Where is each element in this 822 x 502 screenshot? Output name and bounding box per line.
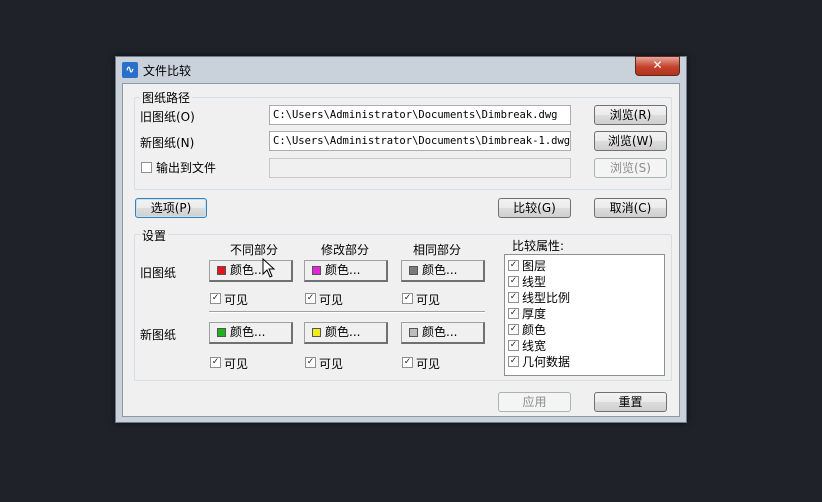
compare-property-checkbox[interactable]: ✓ bbox=[508, 260, 519, 271]
output-to-file-label: 输出到文件 bbox=[156, 161, 217, 175]
new-different-visible-checkbox[interactable]: ✓ bbox=[210, 357, 221, 368]
options-button[interactable]: 选项(P) bbox=[135, 198, 207, 218]
old-different-swatch bbox=[217, 266, 226, 275]
compare-property-label: 几何数据 bbox=[522, 355, 571, 369]
compare-property-label: 颜色 bbox=[522, 323, 547, 337]
color-button-label: 颜色... bbox=[325, 263, 361, 277]
old-same-color-button[interactable]: 颜色... bbox=[401, 260, 485, 282]
new-drawing-label: 新图纸(N) bbox=[140, 136, 195, 150]
new-different-swatch bbox=[217, 328, 226, 337]
cancel-button[interactable]: 取消(C) bbox=[594, 198, 667, 218]
mouse-cursor-icon bbox=[262, 258, 276, 278]
new-modified-swatch bbox=[312, 328, 321, 337]
compare-property-label: 线宽 bbox=[522, 339, 547, 353]
new-same-swatch bbox=[409, 328, 418, 337]
new-drawing-row-label: 新图纸 bbox=[140, 328, 177, 342]
old-modified-swatch bbox=[312, 266, 321, 275]
compare-property-checkbox[interactable]: ✓ bbox=[508, 276, 519, 287]
visible-label: 可见 bbox=[224, 357, 249, 371]
compare-property-label: 线型 bbox=[522, 275, 547, 289]
reset-button[interactable]: 重置 bbox=[594, 392, 667, 412]
old-drawing-row-label: 旧图纸 bbox=[140, 266, 177, 280]
old-drawing-label: 旧图纸(O) bbox=[140, 110, 195, 124]
compare-property-label: 厚度 bbox=[522, 307, 547, 321]
new-modified-visible-checkbox[interactable]: ✓ bbox=[305, 357, 316, 368]
file-compare-dialog: ∿ 文件比较 ✕ 图纸路径 旧图纸(O) C:\Users\Administra… bbox=[115, 56, 687, 423]
color-button-label: 颜色... bbox=[230, 325, 266, 339]
app-logo-icon: ∿ bbox=[122, 62, 138, 78]
apply-button[interactable]: 应用 bbox=[498, 392, 571, 412]
compare-property-checkbox[interactable]: ✓ bbox=[508, 340, 519, 351]
compare-property-checkbox[interactable]: ✓ bbox=[508, 356, 519, 367]
compare-property-label: 图层 bbox=[522, 259, 547, 273]
visible-label: 可见 bbox=[224, 293, 249, 307]
settings-divider bbox=[209, 311, 485, 313]
browse-new-button[interactable]: 浏览(W) bbox=[594, 131, 667, 151]
settings-title: 设置 bbox=[140, 227, 169, 244]
visible-label: 可见 bbox=[416, 357, 441, 371]
color-button-label: 颜色... bbox=[325, 325, 361, 339]
compare-button[interactable]: 比较(G) bbox=[498, 198, 571, 218]
old-different-visible-checkbox[interactable]: ✓ bbox=[210, 293, 221, 304]
dialog-title: 文件比较 bbox=[143, 64, 192, 78]
column-modified-header: 修改部分 bbox=[321, 243, 370, 257]
color-button-label: 颜色... bbox=[422, 325, 458, 339]
drawing-paths-title: 图纸路径 bbox=[140, 89, 193, 106]
old-modified-color-button[interactable]: 颜色... bbox=[304, 260, 388, 282]
old-modified-visible-checkbox[interactable]: ✓ bbox=[305, 293, 316, 304]
visible-label: 可见 bbox=[319, 293, 344, 307]
new-different-color-button[interactable]: 颜色... bbox=[209, 322, 293, 344]
browse-output-button[interactable]: 浏览(S) bbox=[594, 158, 667, 178]
close-button[interactable]: ✕ bbox=[635, 56, 680, 76]
browse-old-button[interactable]: 浏览(R) bbox=[594, 105, 667, 125]
compare-property-checkbox[interactable]: ✓ bbox=[508, 308, 519, 319]
visible-label: 可见 bbox=[416, 293, 441, 307]
column-different-header: 不同部分 bbox=[230, 243, 279, 257]
new-drawing-path-input[interactable]: C:\Users\Administrator\Documents\Dimbrea… bbox=[269, 131, 571, 151]
color-button-label: 颜色... bbox=[422, 263, 458, 277]
output-to-file-checkbox[interactable] bbox=[141, 162, 152, 173]
title-bar[interactable]: ∿ 文件比较 ✕ bbox=[116, 56, 686, 83]
new-same-visible-checkbox[interactable]: ✓ bbox=[402, 357, 413, 368]
visible-label: 可见 bbox=[319, 357, 344, 371]
output-file-path-input[interactable] bbox=[269, 158, 571, 178]
old-same-swatch bbox=[409, 266, 418, 275]
new-modified-color-button[interactable]: 颜色... bbox=[304, 322, 388, 344]
compare-property-label: 线型比例 bbox=[522, 291, 571, 305]
new-same-color-button[interactable]: 颜色... bbox=[401, 322, 485, 344]
dialog-client-area: 图纸路径 旧图纸(O) C:\Users\Administrator\Docum… bbox=[122, 83, 680, 417]
old-drawing-path-input[interactable]: C:\Users\Administrator\Documents\Dimbrea… bbox=[269, 105, 571, 125]
compare-properties-title: 比较属性: bbox=[512, 239, 565, 253]
compare-properties-list[interactable]: ✓ 图层 ✓ 线型 ✓ 线型比例 ✓ 厚度 ✓ 颜色 ✓ 线宽 ✓ 几何数据 bbox=[504, 254, 665, 376]
compare-property-checkbox[interactable]: ✓ bbox=[508, 324, 519, 335]
close-icon: ✕ bbox=[652, 58, 663, 72]
column-same-header: 相同部分 bbox=[413, 243, 462, 257]
compare-property-checkbox[interactable]: ✓ bbox=[508, 292, 519, 303]
color-button-label: 颜色... bbox=[230, 263, 266, 277]
old-same-visible-checkbox[interactable]: ✓ bbox=[402, 293, 413, 304]
old-different-color-button[interactable]: 颜色... bbox=[209, 260, 293, 282]
